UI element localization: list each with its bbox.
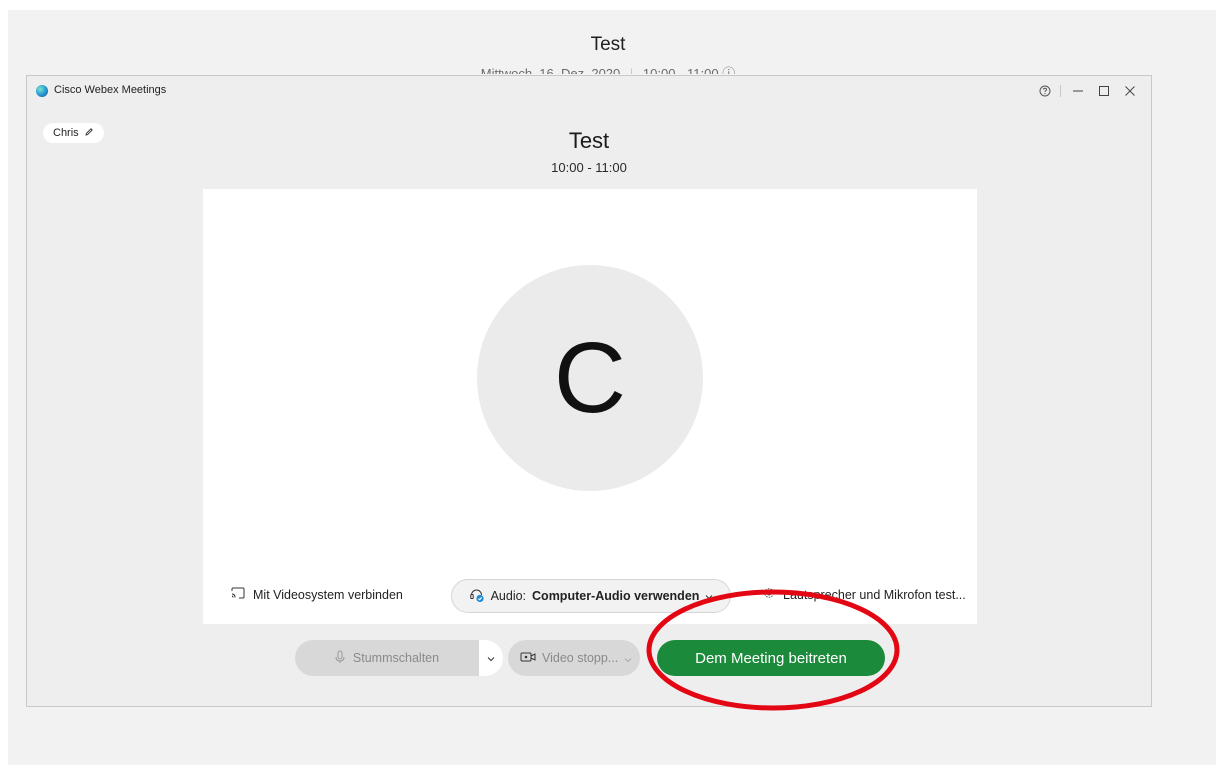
avatar: C [477,265,703,491]
info-icon: ⓘ [722,66,736,74]
gear-icon [763,587,775,602]
meeting-time: 10:00 - 11:00 [551,160,627,175]
webex-logo-icon [36,85,48,97]
chevron-down-icon[interactable] [624,652,632,666]
divider [1060,85,1061,97]
connect-video-system-label: Mit Videosystem verbinden [253,587,403,602]
background-meeting-subtitle: Mittwoch, 16. Dez. 2020 | 10:00 - 11:00 … [0,64,1216,74]
audio-value: Computer-Audio verwenden [532,589,700,603]
avatar-letter: C [553,322,627,434]
webex-window: Cisco Webex Meetings Chris Test 10:00 - … [26,75,1152,707]
stop-video-button[interactable]: Video stopp... [508,640,640,676]
audio-selector[interactable]: Audio: Computer-Audio verwenden [451,579,731,613]
close-icon[interactable] [1117,80,1143,102]
mute-options-dropdown[interactable] [479,640,503,676]
speaker-mic-test-label: Lautsprecher und Mikrofon test... [783,587,966,602]
minimize-icon[interactable] [1065,80,1091,102]
meeting-title: Test [568,128,610,153]
headset-icon [469,587,485,606]
video-preview: C Mit Videosystem verbinden Audio: Compu… [203,189,977,624]
divider: | [629,66,634,74]
background-meeting-title: Test [590,34,626,55]
connect-video-system-button[interactable]: Mit Videosystem verbinden [231,587,403,602]
microphone-icon [335,650,345,667]
background-time: 10:00 - 11:00 [642,66,719,74]
window-controls [1032,80,1143,102]
chevron-down-icon [705,589,713,603]
background-date: Mittwoch, 16. Dez. 2020 [480,66,621,74]
mute-label: Stummschalten [352,651,440,665]
mute-button[interactable]: Stummschalten [295,640,479,676]
maximize-icon[interactable] [1091,80,1117,102]
stop-video-label: Video stopp... [542,651,619,665]
audio-prefix: Audio: [490,589,527,603]
join-meeting-button[interactable]: Dem Meeting beitreten [657,640,885,676]
app-title: Cisco Webex Meetings [54,84,167,96]
title-bar: Cisco Webex Meetings [27,76,1151,106]
help-icon[interactable] [1032,80,1058,102]
chevron-down-icon [487,649,495,667]
video-camera-icon [520,651,536,666]
cast-icon [231,587,245,602]
speaker-mic-test-button[interactable]: Lautsprecher und Mikrofon test... [763,587,966,602]
